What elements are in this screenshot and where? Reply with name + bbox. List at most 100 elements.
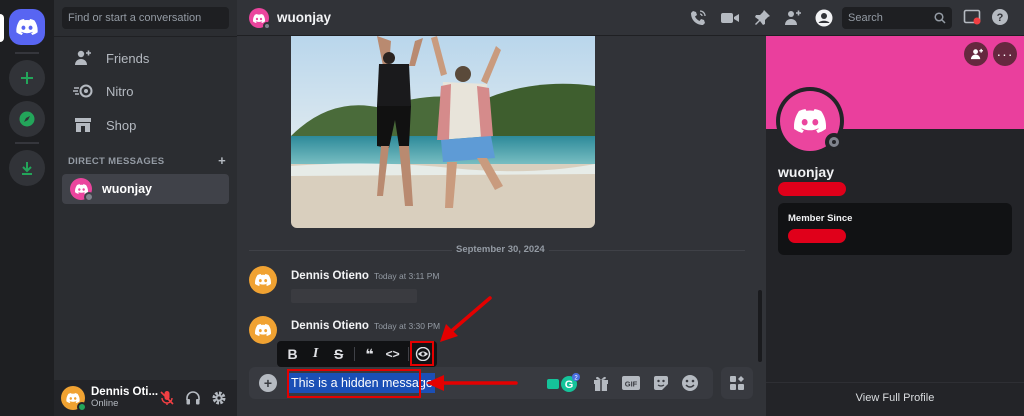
user-profile-icon[interactable] <box>815 9 833 27</box>
pin-icon[interactable] <box>753 9 771 27</box>
beach-photo <box>291 36 595 228</box>
discover-button[interactable] <box>9 101 45 137</box>
more-options-button[interactable]: ··· <box>993 42 1017 66</box>
svg-text:?: ? <box>997 12 1004 24</box>
rail-separator-2 <box>15 142 39 144</box>
add-friends-to-dm-icon[interactable] <box>784 9 802 27</box>
nav-label: Nitro <box>106 83 134 99</box>
image-attachment[interactable] <box>291 36 595 228</box>
discord-logo-icon <box>66 393 80 403</box>
header-actions <box>689 9 833 27</box>
download-apps-button[interactable] <box>9 150 45 186</box>
user-avatar[interactable] <box>61 386 87 412</box>
dm-name: wuonjay <box>102 182 153 196</box>
home-button[interactable] <box>9 9 45 45</box>
emoji-icon[interactable] <box>681 374 699 392</box>
strikethrough-button[interactable]: S <box>329 343 348 365</box>
sticker-icon[interactable] <box>652 374 670 392</box>
compass-icon <box>19 111 35 127</box>
headphones-icon[interactable] <box>185 390 201 406</box>
svg-text:G: G <box>565 379 574 391</box>
code-button[interactable]: <> <box>383 343 402 365</box>
nav-item-friends[interactable]: Friends <box>62 43 229 73</box>
dm-item-wuonjay[interactable]: wuonjay <box>62 174 229 204</box>
discord-app: Find or start a conversation Friends Nit… <box>0 0 1024 416</box>
profile-avatar[interactable] <box>776 87 844 155</box>
nav-label: Shop <box>106 117 137 133</box>
online-status-icon <box>77 402 87 412</box>
spoiler-highlight-box <box>410 341 434 366</box>
chat-scrollbar[interactable] <box>758 290 762 362</box>
dm-header-label: DIRECT MESSAGES <box>68 156 165 167</box>
rail-separator <box>15 52 39 54</box>
bold-button[interactable]: B <box>283 343 302 365</box>
discord-logo-icon <box>794 109 826 133</box>
author-avatar[interactable] <box>249 266 277 294</box>
toolbar-divider <box>408 347 409 361</box>
dm-section-header: DIRECT MESSAGES + <box>68 154 226 167</box>
user-panel: Dennis Oti... Online <box>54 380 237 416</box>
author-avatar[interactable] <box>249 316 277 344</box>
add-server-button[interactable] <box>9 60 45 96</box>
member-since-card: Member Since <box>778 203 1012 255</box>
apps-button[interactable] <box>721 367 753 399</box>
header-search[interactable]: Search <box>842 7 952 29</box>
redacted-member-date <box>788 229 846 243</box>
discord-logo-icon <box>255 274 271 286</box>
friends-icon <box>72 48 94 68</box>
grammarly-icon[interactable]: G2 <box>545 373 581 393</box>
plus-icon <box>21 72 33 84</box>
message-2: Dennis Otieno Today at 3:30 PM <box>249 316 440 344</box>
spoiler-message[interactable] <box>291 289 417 303</box>
mic-muted-icon[interactable] <box>159 390 175 406</box>
nav-item-shop[interactable]: Shop <box>62 110 229 140</box>
selected-pill <box>0 14 4 42</box>
header-avatar <box>249 8 271 30</box>
view-full-profile-link[interactable]: View Full Profile <box>766 392 1024 404</box>
upload-plus-button[interactable]: + <box>259 374 277 392</box>
dm-sidebar: Find or start a conversation Friends Nit… <box>54 0 237 416</box>
voice-call-icon[interactable] <box>689 9 707 27</box>
help-icon[interactable]: ? <box>991 8 1009 26</box>
user-names: Dennis Oti... Online <box>91 386 158 410</box>
avatar <box>70 178 94 202</box>
message-1: Dennis Otieno Today at 3:11 PM <box>249 266 439 303</box>
video-call-icon[interactable] <box>720 9 740 27</box>
shop-icon <box>72 115 94 135</box>
inbox-icon[interactable] <box>963 8 981 26</box>
composer-text-highlight-box <box>287 369 421 398</box>
nav-item-nitro[interactable]: Nitro <box>62 76 229 106</box>
annotation-arrow-icon <box>426 375 518 391</box>
divider <box>54 36 237 37</box>
server-rail <box>0 0 54 416</box>
gif-icon[interactable]: GIF <box>621 375 641 391</box>
message-timestamp: Today at 3:11 PM <box>373 271 440 281</box>
chat-header: wuonjay Search ? <box>237 0 1024 36</box>
gear-icon[interactable] <box>211 390 227 406</box>
author-name[interactable]: Dennis Otieno <box>291 320 369 332</box>
discord-logo-icon <box>253 13 265 23</box>
toolbar-divider <box>354 347 355 361</box>
member-since-label: Member Since <box>788 213 853 224</box>
message-timestamp: Today at 3:30 PM <box>373 321 441 331</box>
gift-icon[interactable] <box>592 374 610 392</box>
divider <box>766 382 1024 383</box>
quote-button[interactable]: ❝ <box>360 343 379 365</box>
download-icon <box>22 162 32 175</box>
profile-avatar-image <box>780 91 843 151</box>
author-name[interactable]: Dennis Otieno <box>291 270 369 282</box>
profile-name: wuonjay <box>778 164 835 180</box>
date-divider-label: September 30, 2024 <box>452 244 549 255</box>
create-dm-button[interactable]: + <box>218 154 226 167</box>
message-body: Dennis Otieno Today at 3:11 PM <box>291 266 439 303</box>
italic-button[interactable]: I <box>306 343 325 365</box>
apps-icon <box>730 376 744 390</box>
add-friend-button[interactable] <box>964 42 988 66</box>
ellipsis-icon: ··· <box>996 46 1014 62</box>
user-controls <box>159 390 227 406</box>
redacted-username <box>778 182 846 196</box>
profile-panel: ··· wuonjay Member Since View Full Profi… <box>766 36 1024 416</box>
conversation-search[interactable]: Find or start a conversation <box>62 7 229 29</box>
offline-status-icon <box>263 22 271 30</box>
discord-logo-icon <box>16 19 38 35</box>
